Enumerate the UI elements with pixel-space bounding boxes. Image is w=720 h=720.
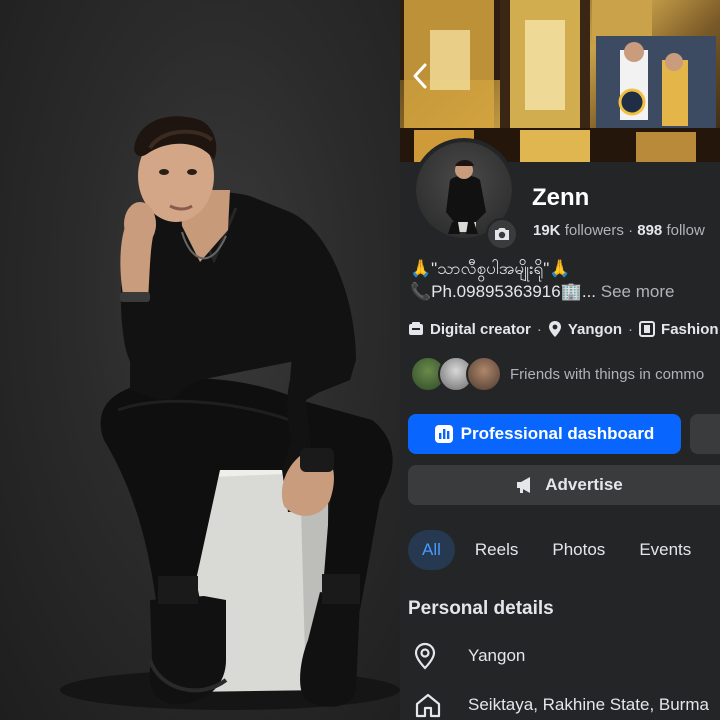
stats-separator: · <box>628 222 638 239</box>
advertise-button[interactable]: Advertise <box>408 465 720 505</box>
profile-panel: Zenn 19K followers · 898 follow 🙏"သာလီစွ… <box>400 0 720 720</box>
tab-reels[interactable]: Reels <box>461 530 532 570</box>
following-count: 898 <box>637 222 663 239</box>
see-more-link[interactable]: See more <box>601 282 675 301</box>
followers-count: 19K <box>533 222 561 239</box>
detail-hometown-text: Seiktaya, Rakhine State, Burma <box>468 695 709 714</box>
following-label: follow <box>666 222 705 239</box>
meta-separator: · <box>628 320 634 338</box>
location-pin-icon <box>414 642 454 670</box>
professional-dashboard-label: Professional dashboard <box>460 424 655 443</box>
follow-stats[interactable]: 19K followers · 898 follow <box>533 222 705 239</box>
location-label: Yangon <box>567 320 623 338</box>
bio-line-1: 🙏"သာလီစွပါအမျိုးရို"🙏 <box>410 259 571 278</box>
change-photo-button[interactable] <box>486 218 518 250</box>
megaphone-icon <box>517 477 531 493</box>
tab-all[interactable]: All <box>408 530 455 570</box>
location-icon <box>548 320 562 338</box>
profile-tabs: All Reels Photos Events <box>408 530 705 570</box>
home-icon <box>414 692 454 718</box>
portrait-illustration <box>60 116 400 710</box>
personal-details-title: Personal details <box>408 598 554 619</box>
detail-location: Yangon <box>414 642 525 670</box>
tab-photos[interactable]: Photos <box>538 530 619 570</box>
profile-name: Zenn <box>532 184 590 211</box>
detail-location-text: Yangon <box>468 646 526 665</box>
detail-hometown: Seiktaya, Rakhine State, Burma <box>414 692 709 718</box>
bio-line-2: 📞Ph.09895363916🏢... See more <box>410 282 674 302</box>
friend-avatar <box>466 356 502 392</box>
friends-text: Friends with things in commo <box>510 365 705 383</box>
more-options-button[interactable] <box>690 414 720 454</box>
portrait-photo <box>0 0 400 720</box>
advertise-label: Advertise <box>545 475 623 494</box>
interest-label: Fashion <box>661 320 719 338</box>
dashboard-icon <box>434 425 453 443</box>
cover-collage <box>400 0 720 162</box>
professional-dashboard-button[interactable]: Professional dashboard <box>408 414 681 454</box>
category-label: Digital creator <box>430 320 531 338</box>
bio-phone: 📞Ph.09895363916🏢... <box>410 282 597 301</box>
camera-icon <box>495 228 509 240</box>
followers-label: followers <box>564 222 624 239</box>
cover-photo[interactable] <box>400 0 720 162</box>
profile-meta: Digital creator · Yangon · Fashion <box>408 318 719 340</box>
interest-icon <box>639 321 656 337</box>
meta-separator: · <box>536 320 542 338</box>
tab-events[interactable]: Events <box>625 530 705 570</box>
back-button[interactable] <box>410 62 436 92</box>
category-icon <box>408 322 424 336</box>
mutual-friends-row[interactable]: Friends with things in commo <box>410 356 704 392</box>
chevron-left-icon <box>413 63 427 89</box>
